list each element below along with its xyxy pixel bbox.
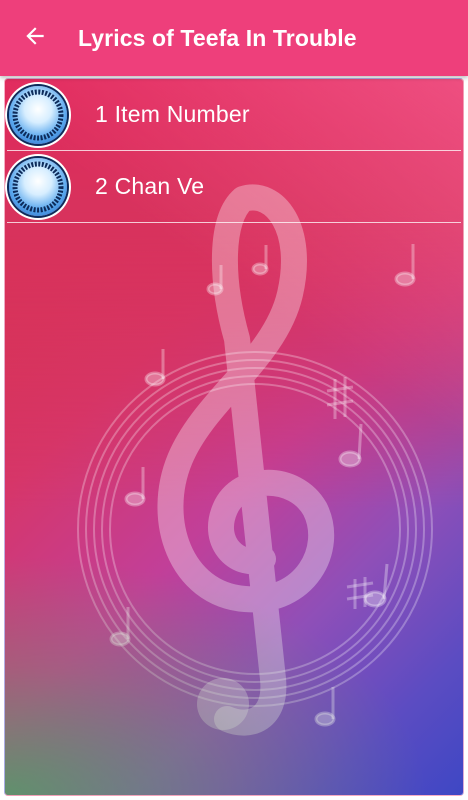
app-bar: Lyrics of Teefa In Trouble bbox=[0, 0, 468, 76]
app-screen: Lyrics of Teefa In Trouble 1 Item Number… bbox=[0, 0, 468, 800]
page-title: Lyrics of Teefa In Trouble bbox=[78, 24, 357, 51]
list-item[interactable]: 1 Item Number bbox=[7, 79, 461, 151]
logo-text-ring bbox=[12, 161, 64, 212]
album-logo-avatar bbox=[9, 157, 67, 216]
content-panel: 1 Item Number 2 Chan Ve bbox=[4, 78, 464, 796]
arrow-left-icon bbox=[24, 23, 48, 54]
album-logo-avatar bbox=[9, 85, 67, 144]
list-item[interactable]: 2 Chan Ve bbox=[7, 151, 461, 223]
list-item-label: 2 Chan Ve bbox=[95, 173, 205, 199]
back-button[interactable] bbox=[0, 0, 72, 76]
logo-text-ring bbox=[12, 89, 64, 140]
list-item-label: 1 Item Number bbox=[95, 101, 250, 127]
song-list: 1 Item Number 2 Chan Ve bbox=[5, 79, 463, 223]
